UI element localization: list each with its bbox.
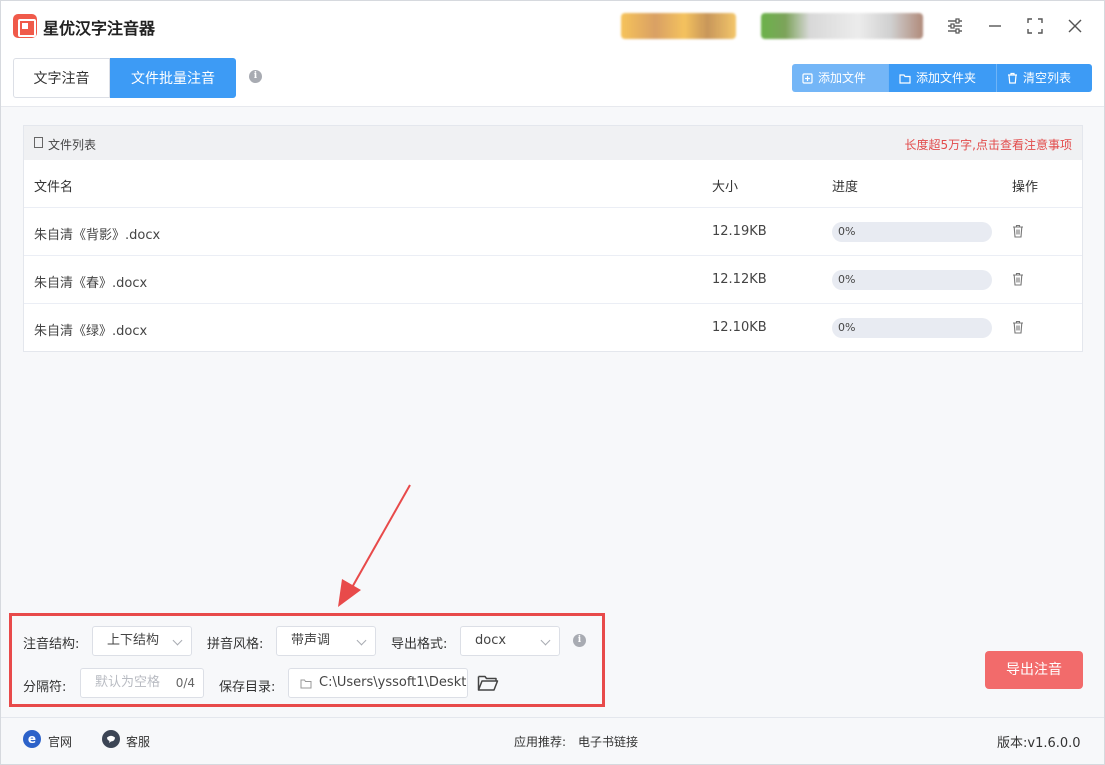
save-dir-label: 保存目录:	[219, 680, 276, 695]
file-name: 朱自清《背影》.docx	[34, 228, 161, 243]
progress-bar: 0%	[832, 270, 992, 290]
length-notice-link[interactable]: 长度超5万字,点击查看注意事项	[905, 136, 1072, 153]
tab-bar: 文字注音 文件批量注音 i 添加文件 添加文件夹 清空列表	[1, 51, 1104, 107]
column-progress: 进度	[832, 180, 859, 195]
file-name: 朱自清《春》.docx	[34, 276, 148, 291]
recommend-label: 应用推荐:	[514, 735, 567, 749]
clear-list-button[interactable]: 清空列表	[997, 64, 1092, 92]
pinyin-style-label: 拼音风格:	[207, 637, 264, 652]
user-account-blurred[interactable]	[761, 13, 923, 39]
app-window: 星优汉字注音器 文字注音 文件批量注音 i 添加文件 添加文件夹 清空列表 文件…	[0, 0, 1105, 765]
title-bar: 星优汉字注音器	[1, 1, 1104, 51]
minimize-icon[interactable]	[983, 14, 1007, 38]
close-icon[interactable]	[1063, 14, 1087, 38]
save-dir-input[interactable]: C:\Users\yssoft1\Deskt	[288, 668, 468, 698]
pinyin-style-value: 带声调	[291, 633, 331, 648]
progress-bar: 0%	[832, 222, 992, 242]
progress-text: 0%	[838, 225, 856, 238]
ebook-link[interactable]: 电子书链接	[578, 733, 638, 750]
app-title: 星优汉字注音器	[43, 19, 156, 38]
info-icon[interactable]: i	[573, 634, 586, 647]
chevron-down-icon	[172, 635, 183, 646]
customer-service-icon	[102, 730, 120, 748]
list-icon	[34, 137, 43, 148]
file-name: 朱自清《绿》.docx	[34, 324, 148, 339]
structure-select[interactable]: 上下结构	[92, 626, 192, 656]
structure-label: 注音结构:	[23, 637, 80, 652]
website-icon: e	[23, 730, 41, 748]
app-logo-icon	[13, 14, 37, 38]
chevron-down-icon	[540, 635, 551, 646]
export-format-select[interactable]: docx	[460, 626, 560, 656]
add-folder-label: 添加文件夹	[916, 71, 977, 85]
add-folder-button[interactable]: 添加文件夹	[889, 64, 997, 92]
table-row[interactable]: 朱自清《绿》.docx 12.10KB 0%	[24, 304, 1082, 352]
tab-batch-file-annotation[interactable]: 文件批量注音	[110, 58, 236, 98]
structure-value: 上下结构	[107, 633, 160, 648]
separator-input[interactable]: 默认为空格 0/4	[80, 668, 204, 698]
progress-bar: 0%	[832, 318, 992, 338]
pinyin-style-select[interactable]: 带声调	[276, 626, 376, 656]
save-dir-value: C:\Users\yssoft1\Deskt	[319, 675, 467, 690]
delete-row-icon[interactable]	[1012, 272, 1024, 286]
tab-text-annotation[interactable]: 文字注音	[13, 58, 110, 98]
trash-icon	[1008, 72, 1017, 84]
delete-row-icon[interactable]	[1012, 320, 1024, 334]
website-link[interactable]: 官网	[48, 733, 72, 750]
separator-count: 0/4	[175, 676, 195, 690]
vip-badge-blurred[interactable]	[621, 13, 736, 39]
browse-folder-icon[interactable]	[477, 674, 499, 692]
file-size: 12.10KB	[712, 320, 767, 335]
separator-placeholder: 默认为空格	[95, 675, 161, 690]
add-file-icon	[802, 72, 813, 84]
clear-list-label: 清空列表	[1023, 71, 1072, 85]
chevron-down-icon	[356, 635, 367, 646]
add-file-button[interactable]: 添加文件	[792, 64, 889, 92]
status-bar: e 官网 客服 应用推荐: 电子书链接 版本:v1.6.0.0	[1, 717, 1104, 764]
separator-label: 分隔符:	[23, 680, 67, 695]
column-action: 操作	[1012, 180, 1039, 195]
file-size: 12.19KB	[712, 224, 767, 239]
settings-sliders-icon[interactable]	[943, 14, 967, 38]
table-row[interactable]: 朱自清《背影》.docx 12.19KB 0%	[24, 208, 1082, 256]
export-format-value: docx	[475, 633, 507, 648]
maximize-icon[interactable]	[1023, 14, 1047, 38]
export-format-label: 导出格式:	[391, 637, 448, 652]
info-icon[interactable]: i	[249, 70, 262, 83]
file-toolbar: 添加文件 添加文件夹 清空列表	[792, 64, 1092, 92]
table-row[interactable]: 朱自清《春》.docx 12.12KB 0%	[24, 256, 1082, 304]
file-list-header: 文件列表 长度超5万字,点击查看注意事项	[24, 126, 1082, 160]
progress-text: 0%	[838, 321, 856, 334]
column-filename: 文件名	[34, 180, 74, 195]
export-button[interactable]: 导出注音	[985, 651, 1083, 689]
file-size: 12.12KB	[712, 272, 767, 287]
add-file-label: 添加文件	[818, 71, 867, 85]
table-header: 文件名 大小 进度 操作	[24, 160, 1082, 208]
column-size: 大小	[712, 180, 739, 195]
folder-icon	[300, 679, 312, 689]
delete-row-icon[interactable]	[1012, 224, 1024, 238]
version-text: 版本:v1.6.0.0	[997, 736, 1081, 751]
folder-icon	[899, 73, 911, 84]
customer-service-link[interactable]: 客服	[126, 733, 150, 750]
progress-text: 0%	[838, 273, 856, 286]
file-list-panel: 文件列表 长度超5万字,点击查看注意事项 文件名 大小 进度 操作 朱自清《背影…	[23, 125, 1083, 352]
file-list-title: 文件列表	[48, 138, 97, 152]
